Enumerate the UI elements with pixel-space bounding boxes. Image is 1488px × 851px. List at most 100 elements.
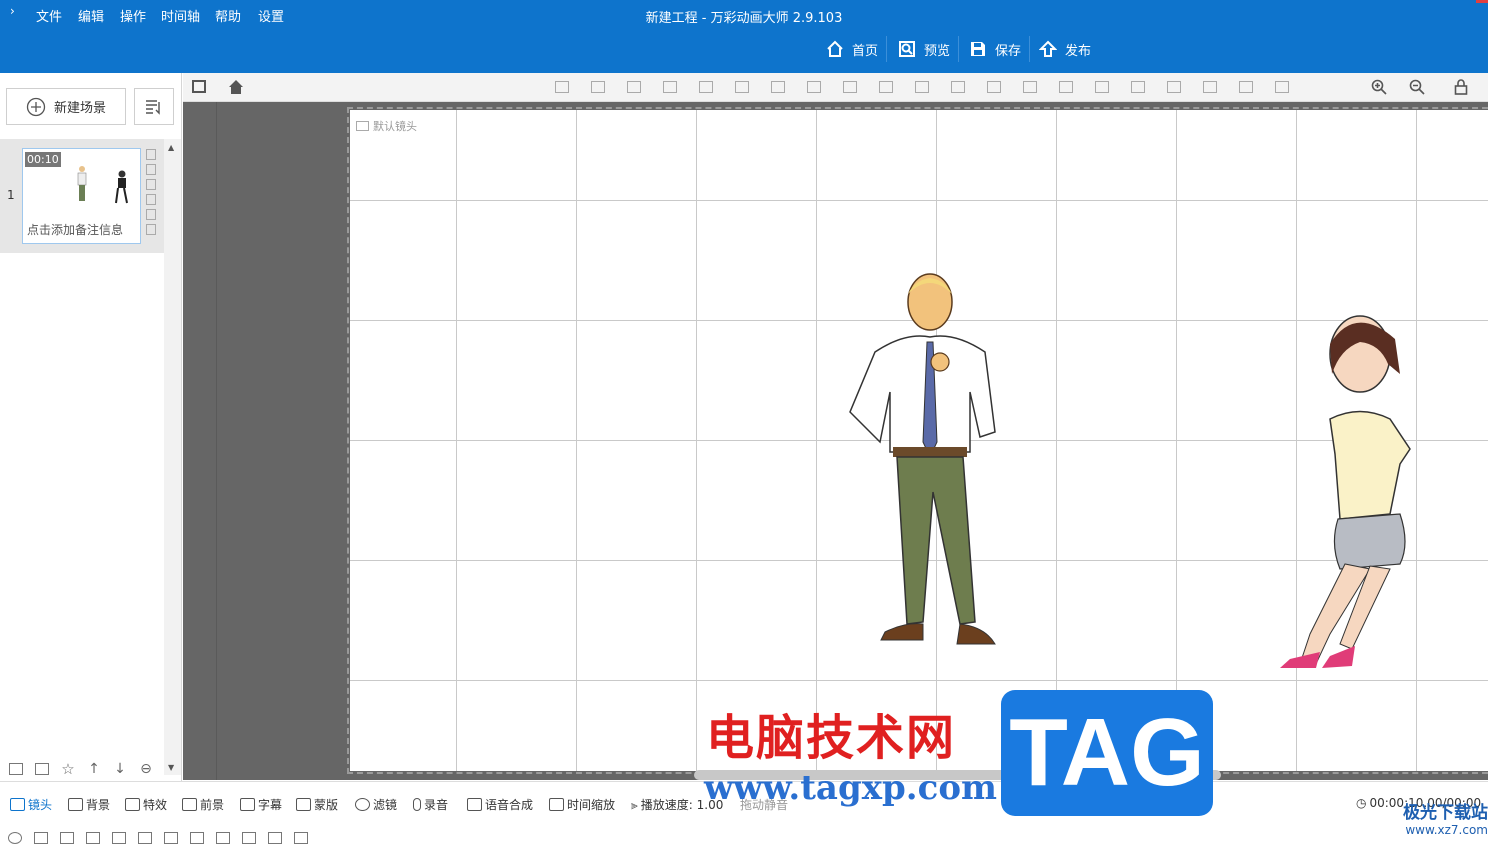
locate-icon[interactable] [8,832,22,844]
favorite-icon[interactable]: ☆ [58,759,78,779]
watermark-url: www.tagxp.com [704,768,997,808]
preview-button[interactable]: 预览 [898,34,950,64]
effects-tab-label: 特效 [143,798,168,812]
scene-thumbnail[interactable]: 00:10 点击添加备注信息 [22,148,141,244]
camera-icon [10,798,25,811]
publish-button[interactable]: 发布 [1039,34,1091,64]
woman-character[interactable] [1260,314,1435,679]
scene-note[interactable]: 点击添加备注信息 [27,221,123,238]
delete-icon[interactable] [146,164,156,175]
close-icon[interactable] [1476,0,1488,3]
import-scene-icon[interactable] [6,759,26,779]
bring-forward-icon[interactable] [591,81,605,93]
send-backward-icon[interactable] [627,81,641,93]
publish-label: 发布 [1065,43,1092,59]
mask-tab[interactable]: 蒙版 [296,796,338,813]
home-label: 首页 [852,43,879,59]
align-vcenter-icon[interactable] [1275,81,1289,93]
align-end-icon[interactable] [164,832,178,844]
more-icon[interactable]: ⊖ [136,759,156,779]
camera-icon [356,121,369,131]
camera-tab[interactable]: 镜头 [10,796,52,813]
clear-filter-icon[interactable] [60,832,74,844]
distribute-icon[interactable] [190,832,204,844]
scroll-up-icon[interactable]: ▲ [168,143,174,152]
copy-icon[interactable] [146,149,156,160]
preview-icon [899,41,915,57]
gap-icon[interactable] [216,832,230,844]
merge-icon[interactable] [268,832,282,844]
align-middle-icon[interactable] [951,81,965,93]
divider [886,36,887,62]
star-icon[interactable] [146,209,156,220]
zoom-out-icon[interactable] [1409,79,1425,95]
scroll-down-icon[interactable]: ▼ [168,763,174,772]
watermark-text: 电脑技术网 [706,710,957,766]
delete-icon[interactable] [843,81,857,93]
align-bottom-icon[interactable] [1239,81,1253,93]
list-icon [146,99,160,115]
filter-tab[interactable]: 滤镜 [355,796,397,813]
foreground-tab[interactable]: 前景 [182,796,224,813]
time-scale-tab[interactable]: 时间缩放 [549,796,615,813]
format-painter-icon[interactable] [192,80,206,93]
tts-icon [467,798,482,811]
window-title: 新建工程 - 万彩动画大师 2.9.103 [645,11,843,26]
man-character[interactable] [845,272,1015,657]
zoom-in-icon[interactable] [1371,79,1387,95]
save-button[interactable]: 保存 [969,34,1021,64]
grid-line [216,102,217,780]
export-scene-icon[interactable] [32,759,52,779]
export-icon[interactable] [146,179,156,190]
flip-horizontal-icon[interactable] [699,81,713,93]
camera-label-text: 默认镜头 [373,120,417,133]
lock-element-icon[interactable] [771,81,785,93]
edit-icon[interactable] [294,832,308,844]
group-icon[interactable] [987,81,1001,93]
sound-icon[interactable] [146,224,156,235]
align-right-icon[interactable] [1131,81,1145,93]
align-center-icon[interactable] [915,81,929,93]
subtitle-tab[interactable]: 字幕 [240,796,282,813]
distribute-v-icon[interactable] [1059,81,1073,93]
move-down-icon[interactable]: ↓ [110,759,130,779]
home-icon[interactable] [228,79,244,95]
scene-list-button[interactable] [134,88,174,125]
move-up-icon[interactable]: ↑ [84,759,104,779]
effects-tab[interactable]: 特效 [125,796,167,813]
scene-panel: 新建场景 1 00:10 点击添加备注信息 ▲ ▼ ☆ ↑ ↓ ⊖ [0,73,182,781]
duplicate-icon[interactable] [146,194,156,205]
home-button[interactable]: 首页 [826,34,878,64]
thumbnail-characters [77,166,128,204]
site-name: 极光下载站 [1403,803,1488,823]
record-tab[interactable]: 录音 [413,796,448,813]
filter-funnel-icon[interactable] [34,832,48,844]
distribute-h-icon[interactable] [1023,81,1037,93]
align-hcenter-icon[interactable] [1167,81,1181,93]
foreground-icon [182,798,197,811]
hide-icon[interactable] [879,81,893,93]
scene-scrollbar[interactable]: ▲ ▼ [164,139,181,775]
stage-canvas[interactable] [350,110,1488,771]
record-tab-label: 录音 [424,798,449,812]
align-left-icon[interactable] [86,832,100,844]
scene-item[interactable]: 1 00:10 点击添加备注信息 [0,139,164,253]
align-right-icon[interactable] [112,832,126,844]
align-top-icon[interactable] [1203,81,1217,93]
send-back-icon[interactable] [663,81,677,93]
background-tab[interactable]: 背景 [68,796,110,813]
replace-icon[interactable] [807,81,821,93]
scene-bottom-toolbar: ☆ ↑ ↓ ⊖ [0,757,164,781]
split-icon[interactable] [242,832,256,844]
flip-vertical-icon[interactable] [735,81,749,93]
bring-front-icon[interactable] [555,81,569,93]
new-scene-button[interactable]: 新建场景 [6,88,126,125]
lock-icon[interactable] [1454,79,1468,95]
home-icon [827,40,843,57]
tts-tab-label: 语音合成 [485,798,534,812]
site-url: www.xz7.com [1405,823,1488,837]
align-start-icon[interactable] [138,832,152,844]
title-bar: › 文件 编辑 操作 时间轴 帮助 设置 新建工程 - 万彩动画大师 2.9.1… [0,0,1488,73]
align-left-icon[interactable] [1095,81,1109,93]
tts-tab[interactable]: 语音合成 [467,796,533,813]
